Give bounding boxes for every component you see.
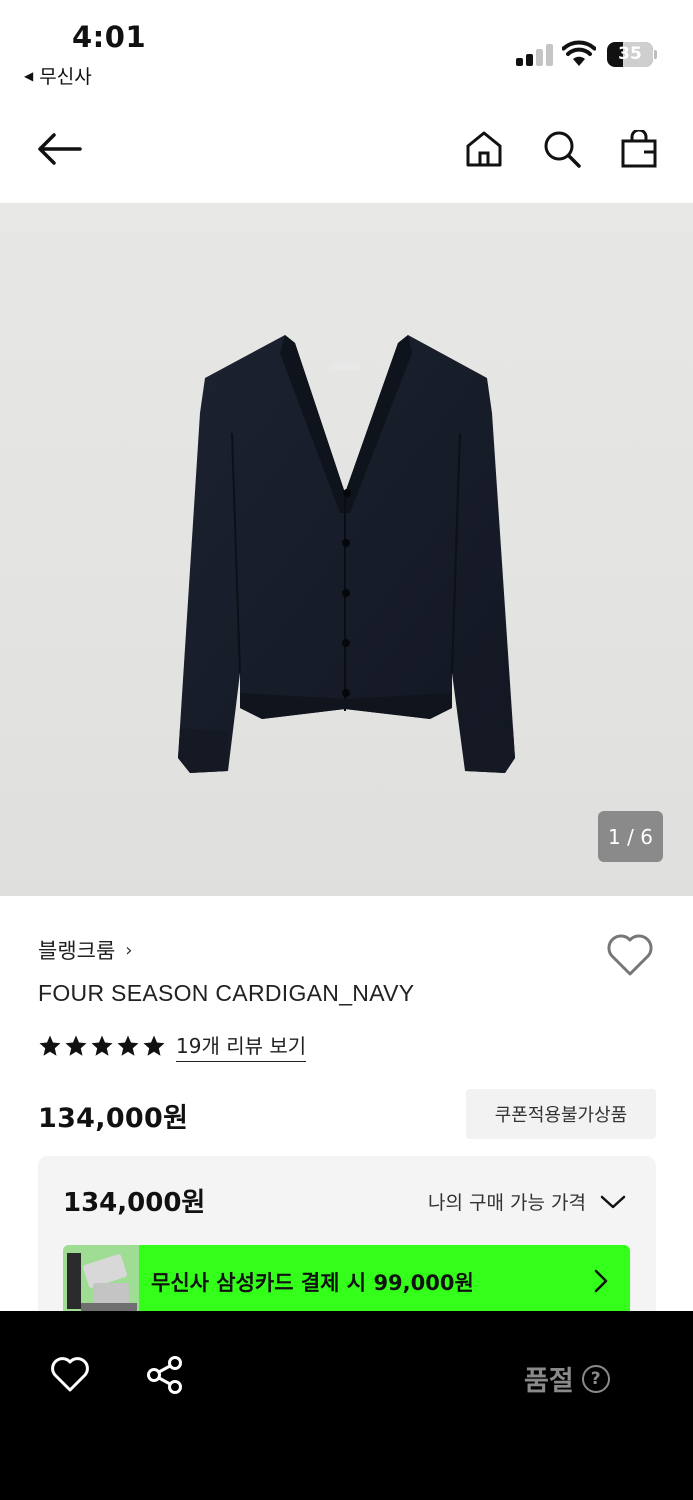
chevron-down-icon: [600, 1195, 626, 1208]
status-time: 4:01: [72, 20, 147, 54]
coupon-unavailable-badge: 쿠폰적용불가상품: [466, 1089, 656, 1139]
promo-text: 무신사 삼성카드 결제 시 99,000원: [151, 1271, 474, 1295]
star-icon: [117, 1035, 139, 1056]
bottom-action-bar: 품절 ?: [0, 1311, 693, 1500]
sold-out-status: 품절 ?: [524, 1359, 610, 1398]
samsung-card-promo-banner[interactable]: 무신사 삼성카드 결제 시 99,000원: [63, 1245, 630, 1317]
card-price: 134,000원: [63, 1188, 206, 1218]
back-button[interactable]: [34, 124, 84, 174]
back-to-app-link[interactable]: ◀ 무신사: [24, 62, 92, 89]
battery-icon: 35: [607, 42, 657, 67]
search-icon: [544, 131, 581, 168]
cellular-signal-icon: [516, 44, 554, 66]
home-button[interactable]: [459, 124, 509, 174]
cart-button[interactable]: [614, 124, 664, 174]
brand-name: 블랭크룸: [38, 939, 116, 963]
shopping-bag-icon: [621, 130, 657, 168]
star-icon: [65, 1035, 87, 1056]
heart-outline-icon[interactable]: [606, 932, 654, 978]
search-button[interactable]: [537, 124, 587, 174]
home-icon: [466, 131, 502, 167]
back-triangle-icon: ◀: [24, 68, 34, 83]
star-rating: [38, 1034, 166, 1058]
my-price-toggle[interactable]: 나의 구매 가능 가격: [428, 1188, 626, 1215]
star-icon: [91, 1035, 113, 1056]
status-bar: 4:01 ◀ 무신사 35: [0, 0, 693, 100]
heart-icon[interactable]: [50, 1355, 90, 1393]
product-image-carousel[interactable]: 1 / 6: [0, 203, 693, 896]
my-price-label: 나의 구매 가능 가격: [428, 1192, 586, 1214]
brand-link[interactable]: 블랭크룸 ›: [38, 935, 132, 965]
image-page-indicator: 1 / 6: [598, 811, 663, 862]
wifi-icon: [562, 40, 596, 66]
star-icon: [39, 1035, 61, 1056]
arrow-left-icon: [38, 133, 82, 165]
product-title: FOUR SEASON CARDIGAN_NAVY: [38, 980, 415, 1006]
rating-row: 19개 리뷰 보기: [38, 1030, 307, 1062]
help-circle-icon[interactable]: ?: [581, 1364, 610, 1393]
star-icon: [143, 1035, 165, 1056]
product-price: 134,000원: [38, 1103, 189, 1134]
review-link[interactable]: 19개 리뷰 보기: [176, 1030, 307, 1062]
battery-level: 35: [618, 44, 642, 64]
promo-card-thumbnail: [63, 1245, 139, 1317]
sold-out-label: 품절: [524, 1366, 574, 1397]
share-icon[interactable]: [146, 1355, 184, 1395]
cardigan-product-image: [178, 335, 515, 773]
top-navigation: [0, 100, 693, 203]
back-app-label: 무신사: [39, 66, 92, 88]
chevron-right-icon: ›: [125, 939, 133, 961]
chevron-right-icon: [594, 1269, 608, 1293]
